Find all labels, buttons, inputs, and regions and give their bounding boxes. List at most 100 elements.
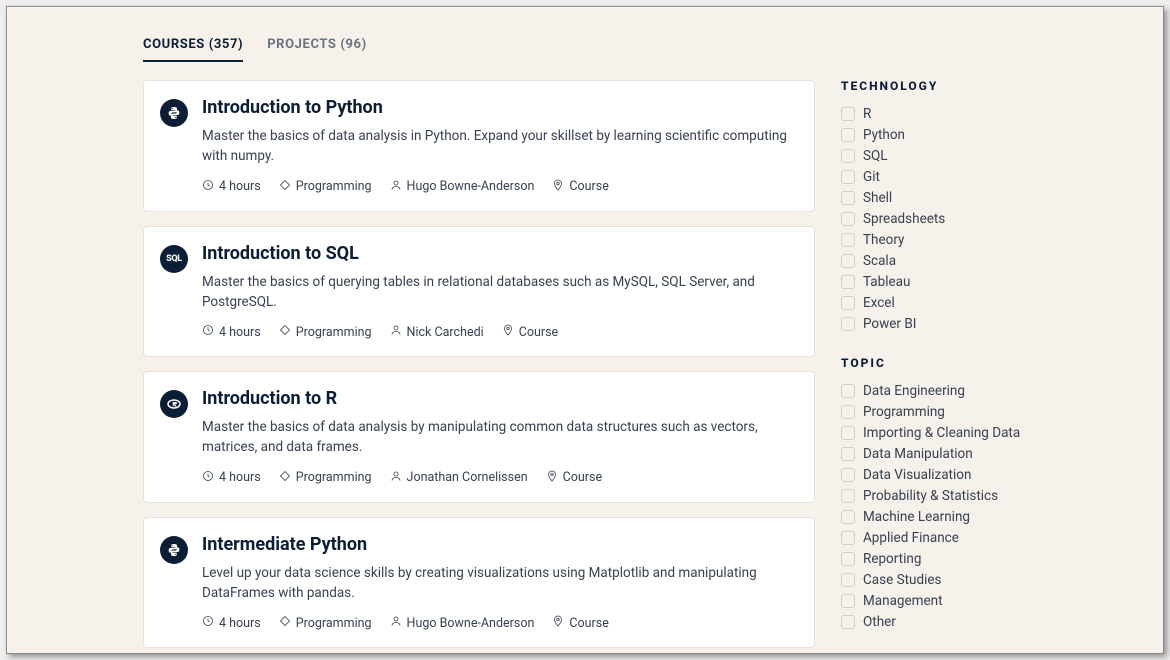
course-card[interactable]: SQLIntroduction to SQLMaster the basics … [143,226,815,358]
filter-label: Theory [863,232,904,248]
filter-technology-item[interactable]: Power BI [841,313,1061,334]
meta-type: Course [552,179,608,195]
filter-topic-item[interactable]: Other [841,611,1061,632]
meta-topic: Programming [279,615,372,631]
tag-icon [279,324,291,340]
checkbox-icon [841,254,855,268]
tag-icon [279,470,291,486]
clock-icon [202,615,214,631]
meta-duration: 4 hours [202,324,261,340]
filter-label: Git [863,169,880,185]
meta-type-text: Course [569,179,608,194]
python-icon [160,99,188,127]
course-card[interactable]: Introduction to Python Master the basics … [143,80,815,212]
filter-topic-item[interactable]: Data Visualization [841,464,1061,485]
filter-technology-item[interactable]: Spreadsheets [841,208,1061,229]
user-icon [390,179,402,195]
filter-technology-item[interactable]: SQL [841,145,1061,166]
checkbox-icon [841,573,855,587]
filter-topic-item[interactable]: Probability & Statistics [841,485,1061,506]
filter-label: R [863,106,871,122]
checkbox-icon [841,447,855,461]
filter-label: Python [863,127,905,143]
user-icon [390,470,402,486]
course-description: Master the basics of data analysis in Py… [202,126,796,167]
filter-label: Tableau [863,274,910,290]
filter-technology-item[interactable]: Scala [841,250,1061,271]
checkbox-icon [841,594,855,608]
filter-topic-item[interactable]: Programming [841,401,1061,422]
filter-topic-item[interactable]: Reporting [841,548,1061,569]
filter-technology-item[interactable]: Shell [841,187,1061,208]
meta-topic: Programming [279,324,372,340]
filter-technology-item[interactable]: Git [841,166,1061,187]
course-description: Master the basics of querying tables in … [202,272,796,313]
course-description: Master the basics of data analysis by ma… [202,417,796,458]
filter-topic-item[interactable]: Case Studies [841,569,1061,590]
filter-topic-item[interactable]: Importing & Cleaning Data [841,422,1061,443]
meta-type-text: Course [519,325,558,340]
checkbox-icon [841,531,855,545]
topic-filter-list: Data Engineering ProgrammingImporting & C… [841,380,1061,632]
filter-topic-item[interactable]: Data Manipulation [841,443,1061,464]
clock-icon [202,324,214,340]
filter-label: Probability & Statistics [863,488,998,504]
checkbox-icon [841,275,855,289]
course-title: Introduction to R [202,388,796,409]
course-title: Introduction to SQL [202,243,796,264]
checkbox-icon [841,510,855,524]
tab-projects[interactable]: PROJECTS (96) [267,37,367,62]
course-meta: 4 hours Programming Nick Carchedi Course [202,324,796,340]
filter-heading-topic: TOPIC [841,356,1061,370]
course-body: Introduction to Python Master the basics … [202,97,796,195]
filter-topic-item[interactable]: Management [841,590,1061,611]
meta-duration: 4 hours [202,179,261,195]
meta-type: Course [546,470,602,486]
course-title: Intermediate Python [202,534,796,555]
filter-label: Data Engineering [863,383,965,399]
filter-technology-item[interactable]: Excel [841,292,1061,313]
meta-instructor-text: Nick Carchedi [407,325,484,340]
filter-heading-technology: TECHNOLOGY [841,79,1061,93]
course-title: Introduction to Python [202,97,796,118]
pin-icon [552,615,564,631]
checkbox-icon [841,615,855,629]
user-icon [390,324,402,340]
checkbox-icon [841,170,855,184]
user-icon [390,615,402,631]
meta-type: Course [502,324,558,340]
checkbox-icon [841,317,855,331]
filter-label: Machine Learning [863,509,970,525]
filter-topic-item[interactable]: Machine Learning [841,506,1061,527]
filter-technology-item[interactable]: Tableau [841,271,1061,292]
filter-technology-item[interactable]: Python [841,124,1061,145]
filter-technology-item[interactable]: Theory [841,229,1061,250]
meta-duration-text: 4 hours [219,179,261,194]
checkbox-icon [841,107,855,121]
meta-instructor: Jonathan Cornelissen [390,470,528,486]
checkbox-icon [841,552,855,566]
filter-label: Other [863,614,896,630]
filter-label: Spreadsheets [863,211,945,227]
course-card[interactable]: Introduction to R Master the basics of da… [143,371,815,503]
filter-topic-item[interactable]: Data Engineering [841,380,1061,401]
meta-type-text: Course [569,616,608,631]
checkbox-icon [841,489,855,503]
course-body: Intermediate PythonLevel up your data sc… [202,534,796,632]
meta-duration: 4 hours [202,615,261,631]
clock-icon [202,179,214,195]
filter-topic-item[interactable]: Applied Finance [841,527,1061,548]
filter-technology-item[interactable]: R [841,103,1061,124]
course-card[interactable]: Intermediate PythonLevel up your data sc… [143,517,815,649]
pin-icon [546,470,558,486]
course-body: Introduction to R Master the basics of da… [202,388,796,486]
tab-courses[interactable]: COURSES (357) [143,37,243,62]
checkbox-icon [841,468,855,482]
meta-duration-text: 4 hours [219,616,261,631]
meta-topic-text: Programming [296,616,372,631]
checkbox-icon [841,191,855,205]
filter-label: Excel [863,295,895,311]
filter-label: Data Visualization [863,467,971,483]
technology-filter-list: R Python SQL Git Shell Spreadsheets Theory Scal… [841,103,1061,334]
tabs: COURSES (357) PROJECTS (96) [143,37,815,62]
